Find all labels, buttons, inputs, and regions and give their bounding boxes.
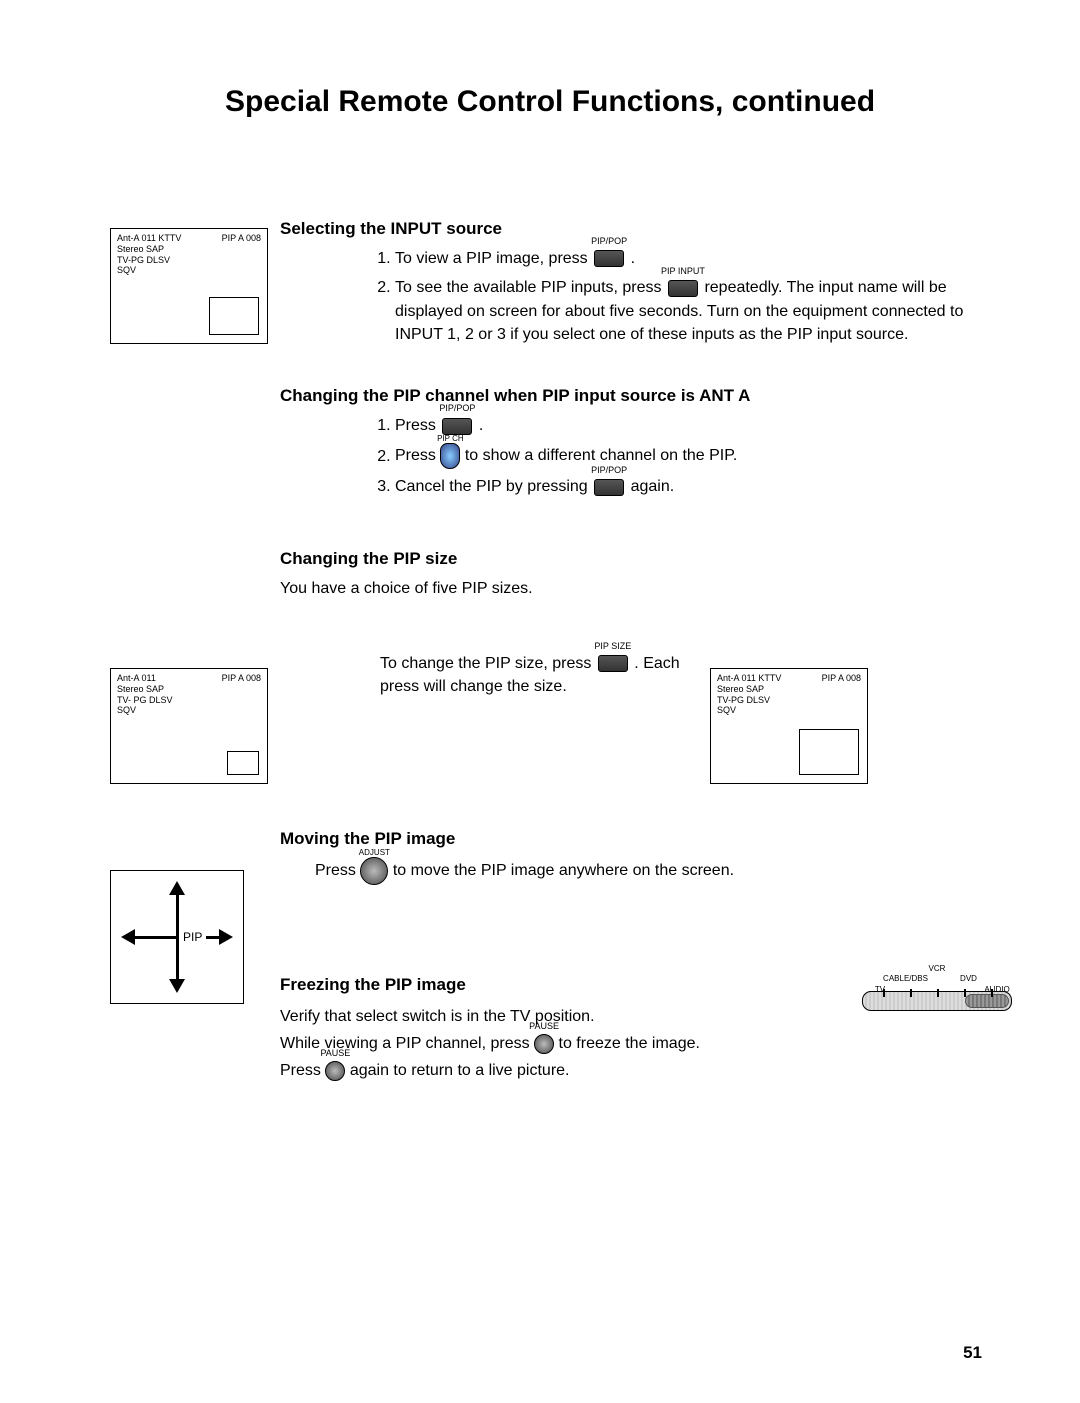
switch-pos: AUDIO — [984, 985, 1009, 994]
step: Cancel the PIP by pressing PIP/POP again… — [395, 475, 982, 498]
osdline: TV- PG DLSV — [117, 695, 173, 705]
pip-ch-button-icon — [440, 443, 460, 469]
paragraph: While viewing a PIP channel, press PAUSE… — [280, 1032, 982, 1055]
osd-corner: PIP A 008 — [222, 233, 261, 244]
switch-pos: VCR — [929, 964, 946, 973]
button-label: ADJUST — [359, 847, 390, 859]
osd-corner: PIP A 008 — [222, 673, 261, 684]
osdline: TV-PG DLSV — [717, 695, 770, 705]
pip-input-button-icon — [668, 280, 698, 297]
osdline: Stereo SAP — [117, 244, 164, 254]
osdline: Ant-A 011 KTTV — [717, 673, 781, 683]
button-label: PAUSE — [320, 1047, 350, 1060]
button-label: PIP/POP — [439, 402, 475, 415]
osdline: SQV — [117, 705, 136, 715]
pause-button-icon — [325, 1061, 345, 1081]
tv-preview-box: Ant-A 011 KTTV Stereo SAP TV-PG DLSV SQV… — [110, 228, 268, 344]
tv-preview-box: Ant-A 011 Stereo SAP TV- PG DLSV SQV PIP… — [110, 668, 268, 784]
osdline: Stereo SAP — [717, 684, 764, 694]
paragraph: Press PAUSE again to return to a live pi… — [280, 1059, 982, 1082]
section-heading: Changing the PIP size — [280, 549, 982, 569]
slide-switch-diagram: TV CABLE/DBS VCR DVD AUDIO — [862, 973, 1012, 1015]
step: Press PIP CH to show a different channel… — [395, 443, 982, 469]
pip-pop-button-icon — [594, 250, 624, 267]
osdline: Ant-A 011 KTTV — [117, 233, 181, 243]
section-heading: Moving the PIP image — [280, 829, 982, 849]
diagram-label: PIP — [179, 930, 206, 944]
section-heading: Selecting the INPUT source — [280, 219, 982, 239]
paragraph: To change the PIP size, press PIP SIZE .… — [380, 652, 710, 699]
pip-size-button-icon — [598, 655, 628, 672]
osd-corner: PIP A 008 — [822, 673, 861, 684]
tv-preview-box: Ant-A 011 KTTV Stereo SAP TV-PG DLSV SQV… — [710, 668, 868, 784]
switch-pos: DVD — [960, 974, 977, 983]
pip-move-diagram: PIP — [110, 870, 244, 1004]
switch-pos: TV — [875, 985, 885, 994]
paragraph: You have a choice of five PIP sizes. — [280, 577, 982, 600]
button-label: PIP/POP — [591, 464, 627, 477]
paragraph: Press ADJUST to move the PIP image anywh… — [280, 857, 982, 885]
button-label: PIP INPUT — [661, 265, 705, 278]
pip-pop-button-icon — [442, 418, 472, 435]
button-label: PAUSE — [529, 1020, 559, 1033]
pip-pop-button-icon — [594, 479, 624, 496]
osdline: SQV — [717, 705, 736, 715]
osdline: Stereo SAP — [117, 684, 164, 694]
button-label: PIP CH — [437, 433, 464, 445]
osdline: SQV — [117, 265, 136, 275]
osdline: Ant-A 011 — [117, 673, 156, 683]
step: Press PIP/POP . — [395, 414, 982, 437]
adjust-button-icon — [360, 857, 388, 885]
pause-button-icon — [534, 1034, 554, 1054]
button-label: PIP SIZE — [594, 640, 631, 653]
page-number: 51 — [963, 1343, 982, 1363]
switch-pos: CABLE/DBS — [883, 974, 928, 983]
section-heading: Changing the PIP channel when PIP input … — [280, 386, 800, 406]
osdline: TV-PG DLSV — [117, 255, 170, 265]
page-title: Special Remote Control Functions, contin… — [110, 85, 982, 119]
step: To see the available PIP inputs, press P… — [395, 276, 982, 346]
button-label: PIP/POP — [591, 235, 627, 248]
